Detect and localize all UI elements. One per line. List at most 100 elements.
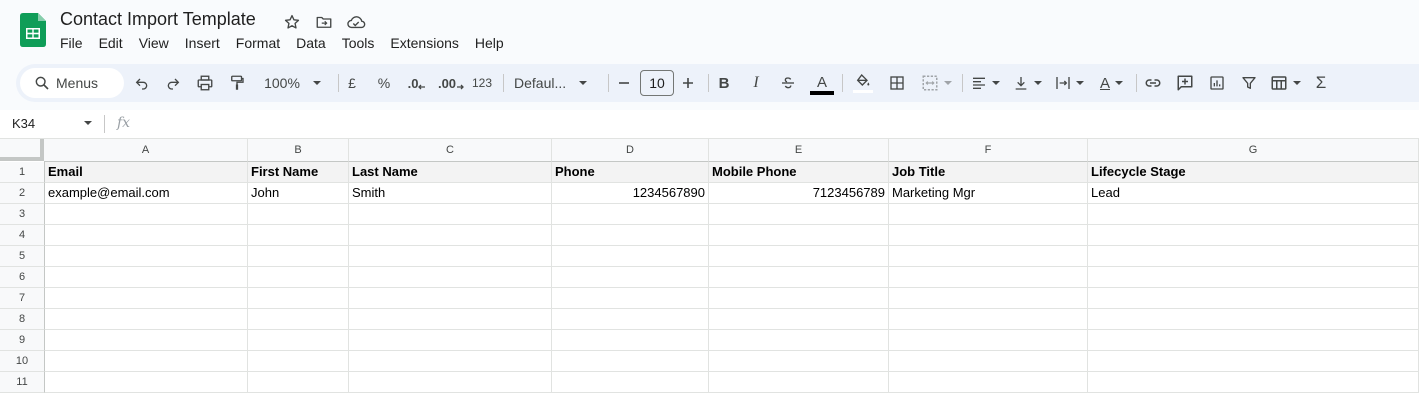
document-title[interactable]: Contact Import Template: [60, 9, 256, 30]
header-cell-first-name[interactable]: First Name: [248, 162, 349, 183]
star-icon[interactable]: [281, 11, 303, 33]
borders-icon[interactable]: [886, 64, 908, 102]
cell-mobile-phone[interactable]: 7123456789: [709, 183, 889, 204]
empty-cell[interactable]: [248, 309, 349, 330]
empty-cell[interactable]: [709, 309, 889, 330]
column-header[interactable]: C: [349, 139, 552, 162]
empty-cell[interactable]: [248, 288, 349, 309]
decrease-font-size-icon[interactable]: [614, 64, 634, 102]
empty-cell[interactable]: [349, 330, 552, 351]
empty-cell[interactable]: [709, 351, 889, 372]
empty-cell[interactable]: [889, 267, 1088, 288]
select-all-corner[interactable]: [0, 139, 44, 161]
insert-chart-icon[interactable]: [1206, 64, 1228, 102]
empty-cell[interactable]: [552, 330, 709, 351]
menu-view[interactable]: View: [131, 34, 177, 52]
empty-cell[interactable]: [349, 372, 552, 393]
empty-cell[interactable]: [552, 267, 709, 288]
empty-cell[interactable]: [1088, 246, 1419, 267]
percent-format-button[interactable]: %: [374, 64, 394, 102]
header-cell-lifecycle-stage[interactable]: Lifecycle Stage: [1088, 162, 1419, 183]
empty-cell[interactable]: [349, 288, 552, 309]
empty-cell[interactable]: [709, 204, 889, 225]
empty-cell[interactable]: [45, 330, 248, 351]
cloud-saved-icon[interactable]: [345, 11, 367, 33]
paint-format-icon[interactable]: [226, 64, 248, 102]
functions-button[interactable]: Σ: [1310, 64, 1332, 102]
row-header[interactable]: 11: [0, 372, 45, 393]
empty-cell[interactable]: [709, 330, 889, 351]
empty-cell[interactable]: [889, 288, 1088, 309]
empty-cell[interactable]: [889, 204, 1088, 225]
merge-cells-button[interactable]: [916, 64, 958, 102]
row-header[interactable]: 6: [0, 267, 45, 288]
text-color-button[interactable]: A: [810, 64, 834, 102]
chevron-down-icon[interactable]: [83, 118, 93, 128]
row-header[interactable]: 1: [0, 162, 45, 183]
header-cell-mobile-phone[interactable]: Mobile Phone: [709, 162, 889, 183]
cell-job-title[interactable]: Marketing Mgr: [889, 183, 1088, 204]
cell-email[interactable]: example@email.com: [45, 183, 248, 204]
currency-format-button[interactable]: £: [342, 64, 362, 102]
empty-cell[interactable]: [552, 351, 709, 372]
empty-cell[interactable]: [45, 288, 248, 309]
horizontal-align-button[interactable]: [968, 64, 1004, 102]
insert-comment-icon[interactable]: [1174, 64, 1196, 102]
empty-cell[interactable]: [248, 351, 349, 372]
empty-cell[interactable]: [248, 225, 349, 246]
empty-cell[interactable]: [1088, 330, 1419, 351]
empty-cell[interactable]: [349, 204, 552, 225]
menu-insert[interactable]: Insert: [177, 34, 228, 52]
row-header[interactable]: 2: [0, 183, 45, 204]
fill-color-button[interactable]: [852, 64, 874, 102]
move-to-folder-icon[interactable]: [313, 11, 335, 33]
empty-cell[interactable]: [45, 372, 248, 393]
empty-cell[interactable]: [349, 351, 552, 372]
menu-help[interactable]: Help: [467, 34, 512, 52]
empty-cell[interactable]: [1088, 309, 1419, 330]
header-cell-last-name[interactable]: Last Name: [349, 162, 552, 183]
empty-cell[interactable]: [709, 288, 889, 309]
empty-cell[interactable]: [248, 330, 349, 351]
empty-cell[interactable]: [45, 204, 248, 225]
empty-cell[interactable]: [349, 225, 552, 246]
empty-cell[interactable]: [349, 267, 552, 288]
cell-last-name[interactable]: Smith: [349, 183, 552, 204]
header-cell-email[interactable]: Email: [45, 162, 248, 183]
column-header[interactable]: F: [889, 139, 1088, 162]
empty-cell[interactable]: [349, 309, 552, 330]
empty-cell[interactable]: [45, 309, 248, 330]
text-rotation-button[interactable]: A: [1094, 64, 1130, 102]
empty-cell[interactable]: [1088, 225, 1419, 246]
row-header[interactable]: 9: [0, 330, 45, 351]
empty-cell[interactable]: [552, 204, 709, 225]
text-wrapping-button[interactable]: [1052, 64, 1088, 102]
row-header[interactable]: 3: [0, 204, 45, 225]
empty-cell[interactable]: [552, 309, 709, 330]
column-header[interactable]: G: [1088, 139, 1419, 162]
menu-format[interactable]: Format: [228, 34, 288, 52]
empty-cell[interactable]: [552, 372, 709, 393]
empty-cell[interactable]: [349, 246, 552, 267]
cell-phone[interactable]: 1234567890: [552, 183, 709, 204]
font-family-select[interactable]: Defaul...: [514, 64, 596, 102]
empty-cell[interactable]: [248, 267, 349, 288]
menu-extensions[interactable]: Extensions: [382, 34, 466, 52]
strikethrough-icon[interactable]: [778, 64, 798, 102]
italic-button[interactable]: I: [746, 64, 766, 102]
empty-cell[interactable]: [1088, 267, 1419, 288]
empty-cell[interactable]: [1088, 351, 1419, 372]
empty-cell[interactable]: [248, 246, 349, 267]
header-cell-job-title[interactable]: Job Title: [889, 162, 1088, 183]
menu-edit[interactable]: Edit: [91, 34, 131, 52]
empty-cell[interactable]: [45, 351, 248, 372]
row-header[interactable]: 5: [0, 246, 45, 267]
empty-cell[interactable]: [1088, 372, 1419, 393]
empty-cell[interactable]: [709, 225, 889, 246]
undo-icon[interactable]: [131, 64, 153, 102]
bold-button[interactable]: B: [714, 64, 734, 102]
empty-cell[interactable]: [889, 351, 1088, 372]
empty-cell[interactable]: [889, 246, 1088, 267]
empty-cell[interactable]: [248, 372, 349, 393]
menu-data[interactable]: Data: [288, 34, 334, 52]
